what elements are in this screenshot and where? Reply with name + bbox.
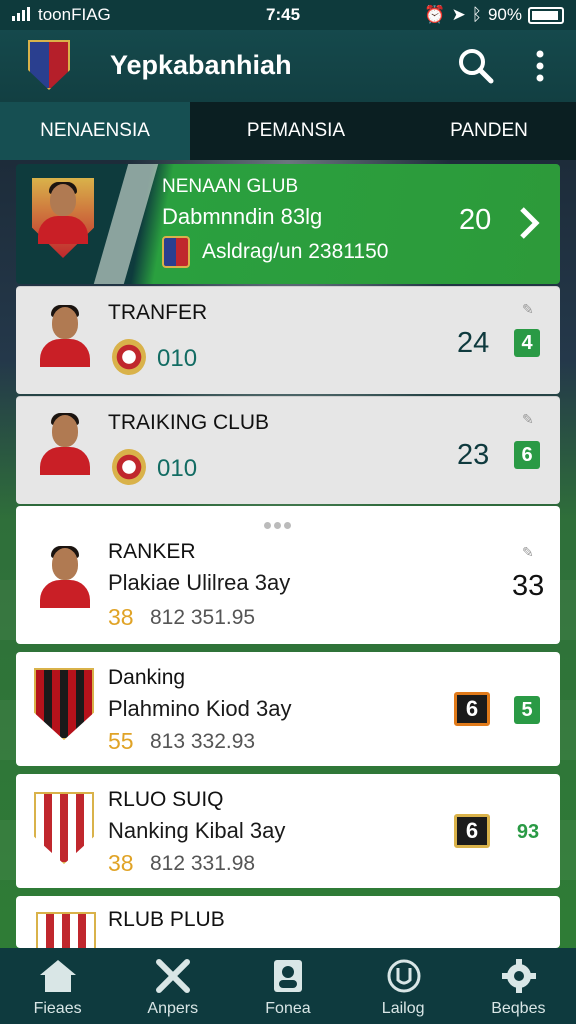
rank-box: 4 <box>514 329 540 357</box>
location-icon: ➤ <box>451 5 466 24</box>
settings-icon <box>501 959 536 993</box>
battery-icon <box>528 6 564 24</box>
pin-icon[interactable]: ✎ <box>522 301 538 317</box>
tab-panden[interactable]: PANDEN <box>402 102 576 160</box>
club-value: 812 351.95 <box>150 606 256 629</box>
list-item[interactable]: TRANFER 010 ✎ 24 4 <box>16 286 560 394</box>
decorative-stripe <box>93 164 159 284</box>
club-code: 010 <box>157 455 198 482</box>
player-avatar <box>40 413 90 475</box>
carrier-name: toonFIAG <box>38 5 111 24</box>
list-item[interactable]: Danking Plahmino Kiod 3ay 55 813 332.93 … <box>16 652 560 766</box>
search-icon[interactable] <box>456 46 496 86</box>
rank-box: 93 <box>516 821 540 843</box>
position-badge: 6 <box>454 814 490 848</box>
tab-bar: NENAENSIA PEMANSIA PANDEN <box>0 102 576 160</box>
club-subtitle: Plahmino Kiod 3ay <box>108 696 292 721</box>
club-crest-image <box>34 668 94 740</box>
player-avatar <box>38 182 88 244</box>
chevron-right-icon[interactable] <box>518 206 540 240</box>
club-number: 38 <box>108 850 134 876</box>
club-name: TRANFER <box>108 301 208 324</box>
club-code: 010 <box>157 345 198 372</box>
position-badge: 6 <box>454 692 490 726</box>
rank-box: 6 <box>514 441 540 469</box>
player-avatar <box>40 305 90 367</box>
club-badge-icon <box>112 449 146 485</box>
bluetooth-icon: ᛒ <box>471 5 482 24</box>
featured-line-2: Asldrag/un 2381150 <box>202 240 389 263</box>
club-crest-logo[interactable] <box>28 40 70 90</box>
nav-label: Fieaes <box>33 1000 82 1017</box>
logo-icon <box>387 959 421 993</box>
club-number: 55 <box>108 728 134 754</box>
rank-box: 5 <box>514 696 540 724</box>
nav-label: Fonea <box>265 1000 311 1017</box>
club-badge-icon <box>112 339 146 375</box>
nav-item-lailog[interactable]: Lailog <box>346 948 461 1024</box>
club-score: 24 <box>457 327 490 359</box>
club-crest-image <box>36 912 96 948</box>
tab-nenaensia[interactable]: NENAENSIA <box>0 102 190 160</box>
list-item[interactable]: RLUB PLUB <box>16 896 560 948</box>
featured-club-name: NENAAN GLUB <box>162 176 299 197</box>
clock: 7:45 <box>266 5 301 24</box>
club-name: RANKER <box>108 540 196 563</box>
signal-icon <box>12 7 32 21</box>
club-name: RLUO SUIQ <box>108 788 224 811</box>
list-item[interactable]: TRAIKING CLUB 010 ✎ 23 6 <box>16 396 560 504</box>
club-score: 33 <box>512 570 545 602</box>
nav-item-anpers[interactable]: Anpers <box>115 948 230 1024</box>
app-header: Yepkabanhiah <box>0 30 576 102</box>
nav-label: Beqbes <box>491 1000 546 1017</box>
club-number: 38 <box>108 604 134 630</box>
nav-item-fonea[interactable]: Fonea <box>230 948 345 1024</box>
home-icon <box>40 960 76 992</box>
pin-icon[interactable]: ✎ <box>522 411 538 427</box>
alarm-icon: ⏰ <box>424 5 446 24</box>
featured-club-card[interactable]: NENAAN GLUB Dabmnndin 83lg Asldrag/un 23… <box>16 164 560 284</box>
drag-handle-icon[interactable] <box>264 516 294 529</box>
nav-item-fieaes[interactable]: Fieaes <box>0 948 115 1024</box>
club-score: 23 <box>457 439 490 471</box>
club-subtitle: Nanking Kibal 3ay <box>108 818 286 843</box>
nav-item-beqbes[interactable]: Beqbes <box>461 948 576 1024</box>
profile-icon <box>274 960 303 992</box>
bottom-navigation: Fieaes Anpers Fonea Lailog Beqbes <box>0 948 576 1024</box>
more-options-icon[interactable] <box>530 48 550 84</box>
club-name: Danking <box>108 666 186 689</box>
app-title: Yepkabanhiah <box>110 50 292 80</box>
club-badge-icon <box>162 236 190 268</box>
club-name: RLUB PLUB <box>108 908 225 931</box>
club-name: TRAIKING CLUB <box>108 411 270 434</box>
nav-label: Lailog <box>381 1000 425 1017</box>
tools-icon <box>156 959 191 993</box>
club-subtitle: Plakiae Ulilrea 3ay <box>108 570 291 595</box>
club-value: 813 332.93 <box>150 730 256 753</box>
pin-icon[interactable]: ✎ <box>522 544 538 560</box>
nav-label: Anpers <box>147 1000 199 1017</box>
list-item[interactable]: RLUO SUIQ Nanking Kibal 3ay 38 812 331.9… <box>16 774 560 888</box>
battery-percent: 90% <box>487 5 522 24</box>
featured-score: 20 <box>459 204 492 236</box>
featured-line-1: Dabmnndin 83lg <box>162 204 323 229</box>
status-bar: toonFIAG 7:45 ⏰ ➤ ᛒ 90% <box>0 0 576 30</box>
player-avatar <box>40 546 90 608</box>
club-crest-image <box>34 792 94 864</box>
tab-pemansia[interactable]: PEMANSIA <box>190 102 402 160</box>
club-value: 812 331.98 <box>150 852 256 875</box>
